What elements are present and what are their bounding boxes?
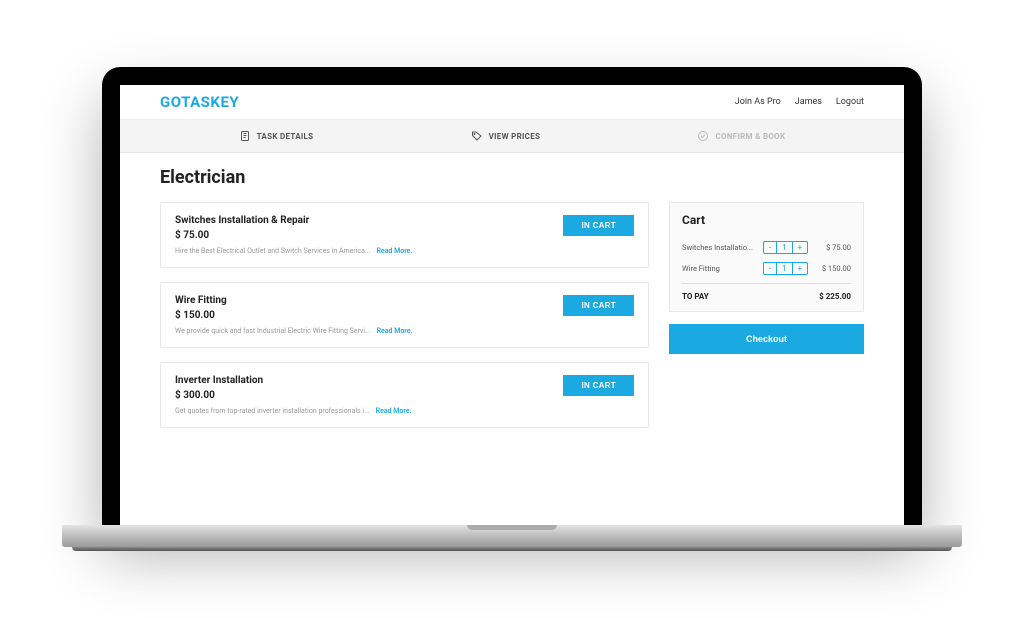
qty-value: 1 xyxy=(776,242,793,253)
logout-link[interactable]: Logout xyxy=(836,97,864,107)
main-columns: Switches Installation & Repair $ 75.00 I… xyxy=(160,202,864,442)
header-nav: Join As Pro James Logout xyxy=(735,97,864,107)
service-title: Switches Installation & Repair xyxy=(175,215,309,226)
brand-logo[interactable]: GOTASKEY xyxy=(160,93,239,111)
service-card: Inverter Installation $ 300.00 IN CART G… xyxy=(160,362,649,428)
join-as-pro-link[interactable]: Join As Pro xyxy=(735,97,781,107)
read-more-link[interactable]: Read More. xyxy=(376,407,412,415)
cart-column: Cart Switches Installatio... - 1 + $ 75.… xyxy=(669,202,864,354)
cart-total-row: TO PAY $ 225.00 xyxy=(682,283,851,301)
cart-item-amount: $ 150.00 xyxy=(809,264,851,273)
to-pay-amount: $ 225.00 xyxy=(819,292,851,301)
step-confirm-book[interactable]: CONFIRM & BOOK xyxy=(697,130,785,142)
service-price: $ 300.00 xyxy=(175,390,263,401)
cart-item-name: Wire Fitting xyxy=(682,264,762,273)
service-price: $ 75.00 xyxy=(175,230,309,241)
in-cart-button[interactable]: IN CART xyxy=(563,215,634,236)
service-description: We provide quick and fast Industrial Ele… xyxy=(175,327,371,335)
laptop-foot xyxy=(72,547,952,551)
check-circle-icon xyxy=(697,130,709,142)
cart-item-row: Wire Fitting - 1 + $ 150.00 xyxy=(682,258,851,279)
user-name-link[interactable]: James xyxy=(795,97,822,107)
qty-value: 1 xyxy=(776,263,793,274)
service-card: Wire Fitting $ 150.00 IN CART We provide… xyxy=(160,282,649,348)
service-price: $ 150.00 xyxy=(175,310,227,321)
services-list: Switches Installation & Repair $ 75.00 I… xyxy=(160,202,649,442)
qty-decrease[interactable]: - xyxy=(764,263,776,274)
qty-increase[interactable]: + xyxy=(793,263,808,274)
service-description: Get quotes from top-rated inverter insta… xyxy=(175,407,370,415)
quantity-stepper[interactable]: - 1 + xyxy=(763,262,808,275)
quantity-stepper[interactable]: - 1 + xyxy=(763,241,808,254)
qty-decrease[interactable]: - xyxy=(764,242,776,253)
service-title: Wire Fitting xyxy=(175,295,227,306)
laptop-base xyxy=(62,525,962,547)
cart-item-amount: $ 75.00 xyxy=(809,243,851,252)
cart-box: Cart Switches Installatio... - 1 + $ 75.… xyxy=(669,202,864,312)
cart-title: Cart xyxy=(682,213,851,227)
step-label: CONFIRM & BOOK xyxy=(715,132,785,141)
cart-item-name: Switches Installatio... xyxy=(682,243,762,252)
app-viewport: GOTASKEY Join As Pro James Logout TASK D… xyxy=(120,85,904,525)
laptop-mockup: GOTASKEY Join As Pro James Logout TASK D… xyxy=(102,67,922,551)
tag-icon xyxy=(471,130,483,142)
checkout-button[interactable]: Checkout xyxy=(669,324,864,354)
read-more-link[interactable]: Read More. xyxy=(377,327,413,335)
in-cart-button[interactable]: IN CART xyxy=(563,295,634,316)
step-view-prices[interactable]: VIEW PRICES xyxy=(471,130,541,142)
clipboard-icon xyxy=(239,130,251,142)
app-header: GOTASKEY Join As Pro James Logout xyxy=(120,85,904,120)
step-task-details[interactable]: TASK DETAILS xyxy=(239,130,314,142)
page-body: Electrician Switches Installation & Repa… xyxy=(120,153,904,456)
progress-steps: TASK DETAILS VIEW PRICES CONFIRM & BOOK xyxy=(120,120,904,153)
to-pay-label: TO PAY xyxy=(682,292,709,301)
cart-item-row: Switches Installatio... - 1 + $ 75.00 xyxy=(682,237,851,258)
step-label: TASK DETAILS xyxy=(257,132,314,141)
step-label: VIEW PRICES xyxy=(489,132,541,141)
laptop-screen-bezel: GOTASKEY Join As Pro James Logout TASK D… xyxy=(102,67,922,525)
service-card: Switches Installation & Repair $ 75.00 I… xyxy=(160,202,649,268)
page-title: Electrician xyxy=(160,167,864,188)
in-cart-button[interactable]: IN CART xyxy=(563,375,634,396)
service-description: Hire the Best Electrical Outlet and Swit… xyxy=(175,247,370,255)
read-more-link[interactable]: Read More. xyxy=(376,247,412,255)
qty-increase[interactable]: + xyxy=(793,242,808,253)
service-title: Inverter Installation xyxy=(175,375,263,386)
